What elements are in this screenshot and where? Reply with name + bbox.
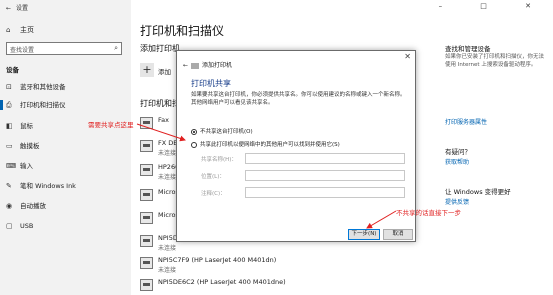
arrow-to-next-button <box>366 210 397 229</box>
arrow-to-share-radio <box>136 123 186 142</box>
annotation-arrows <box>136 123 397 229</box>
